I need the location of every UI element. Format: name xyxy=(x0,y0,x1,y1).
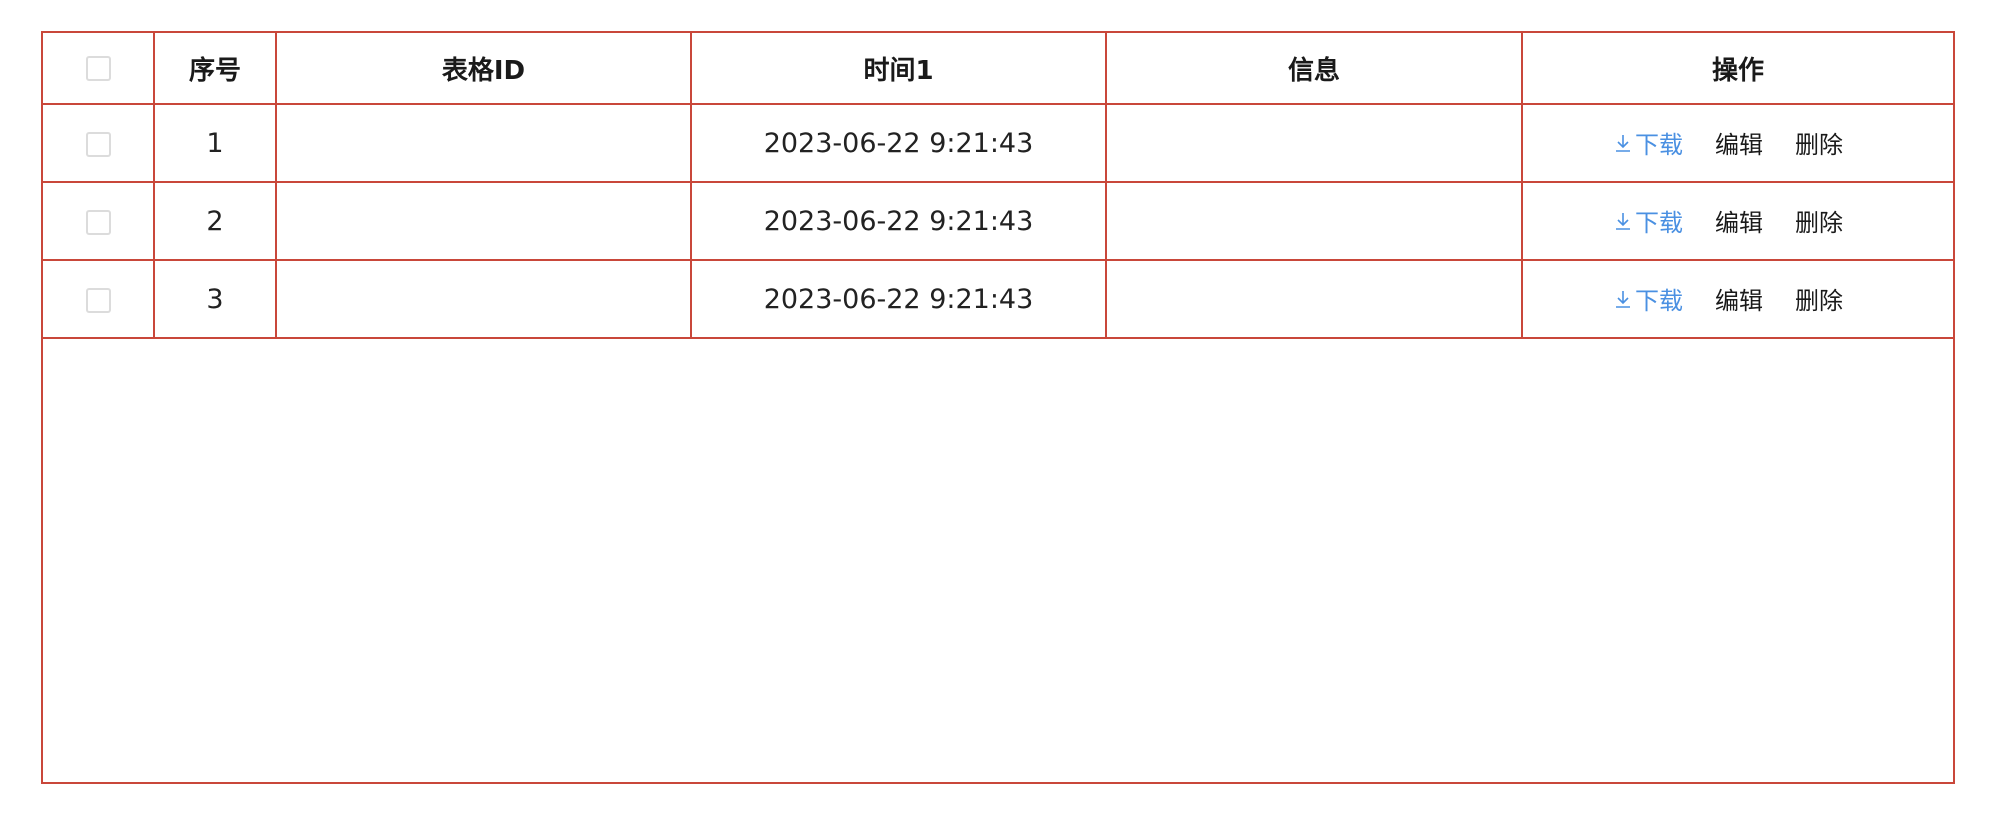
row-info xyxy=(1105,259,1523,339)
header-info: 信息 xyxy=(1105,33,1523,105)
row-checkbox[interactable] xyxy=(85,287,111,313)
row-select-cell xyxy=(43,259,155,339)
select-all-checkbox[interactable] xyxy=(85,56,111,81)
row-index: 3 xyxy=(153,259,277,339)
header-index: 序号 xyxy=(153,33,277,105)
download-label: 下载 xyxy=(1635,287,1683,316)
download-icon xyxy=(1616,134,1630,152)
row-actions: 下载 编辑 删除 xyxy=(1521,259,1953,339)
row-actions: 下载 编辑 删除 xyxy=(1521,103,1953,183)
header-time1: 时间1 xyxy=(690,33,1107,105)
table-row: 3 2023-06-22 9:21:43 下载 编辑 删除 xyxy=(43,259,1953,339)
row-time1: 2023-06-22 9:21:43 xyxy=(690,181,1107,261)
edit-button[interactable]: 编辑 xyxy=(1715,281,1763,316)
table-header-row: 序号 表格ID 时间1 信息 操作 xyxy=(43,33,1953,105)
download-icon xyxy=(1616,290,1630,308)
row-select-cell xyxy=(43,181,155,261)
row-index: 1 xyxy=(153,103,277,183)
row-table-id xyxy=(275,259,692,339)
delete-button[interactable]: 删除 xyxy=(1795,203,1843,238)
data-table-container: 序号 表格ID 时间1 信息 操作 1 2023-06-22 9:21:43 下… xyxy=(41,31,1955,784)
row-checkbox[interactable] xyxy=(85,209,111,235)
row-time1: 2023-06-22 9:21:43 xyxy=(690,103,1107,183)
delete-button[interactable]: 删除 xyxy=(1795,281,1843,316)
download-button[interactable]: 下载 xyxy=(1613,203,1683,238)
edit-button[interactable]: 编辑 xyxy=(1715,203,1763,238)
row-table-id xyxy=(275,181,692,261)
download-label: 下载 xyxy=(1635,209,1683,238)
row-table-id xyxy=(275,103,692,183)
table-row: 2 2023-06-22 9:21:43 下载 编辑 删除 xyxy=(43,181,1953,261)
row-select-cell xyxy=(43,103,155,183)
edit-button[interactable]: 编辑 xyxy=(1715,125,1763,160)
row-info xyxy=(1105,181,1523,261)
row-actions: 下载 编辑 删除 xyxy=(1521,181,1953,261)
download-button[interactable]: 下载 xyxy=(1613,125,1683,160)
download-label: 下载 xyxy=(1635,131,1683,160)
table-row: 1 2023-06-22 9:21:43 下载 编辑 删除 xyxy=(43,103,1953,183)
row-checkbox[interactable] xyxy=(85,131,111,157)
row-info xyxy=(1105,103,1523,183)
delete-button[interactable]: 删除 xyxy=(1795,125,1843,160)
data-table: 序号 表格ID 时间1 信息 操作 1 2023-06-22 9:21:43 下… xyxy=(43,33,1953,339)
row-time1: 2023-06-22 9:21:43 xyxy=(690,259,1107,339)
download-button[interactable]: 下载 xyxy=(1613,281,1683,316)
header-table-id: 表格ID xyxy=(275,33,692,105)
header-actions: 操作 xyxy=(1521,33,1953,105)
header-select-all-cell xyxy=(43,33,155,105)
row-index: 2 xyxy=(153,181,277,261)
download-icon xyxy=(1616,212,1630,230)
